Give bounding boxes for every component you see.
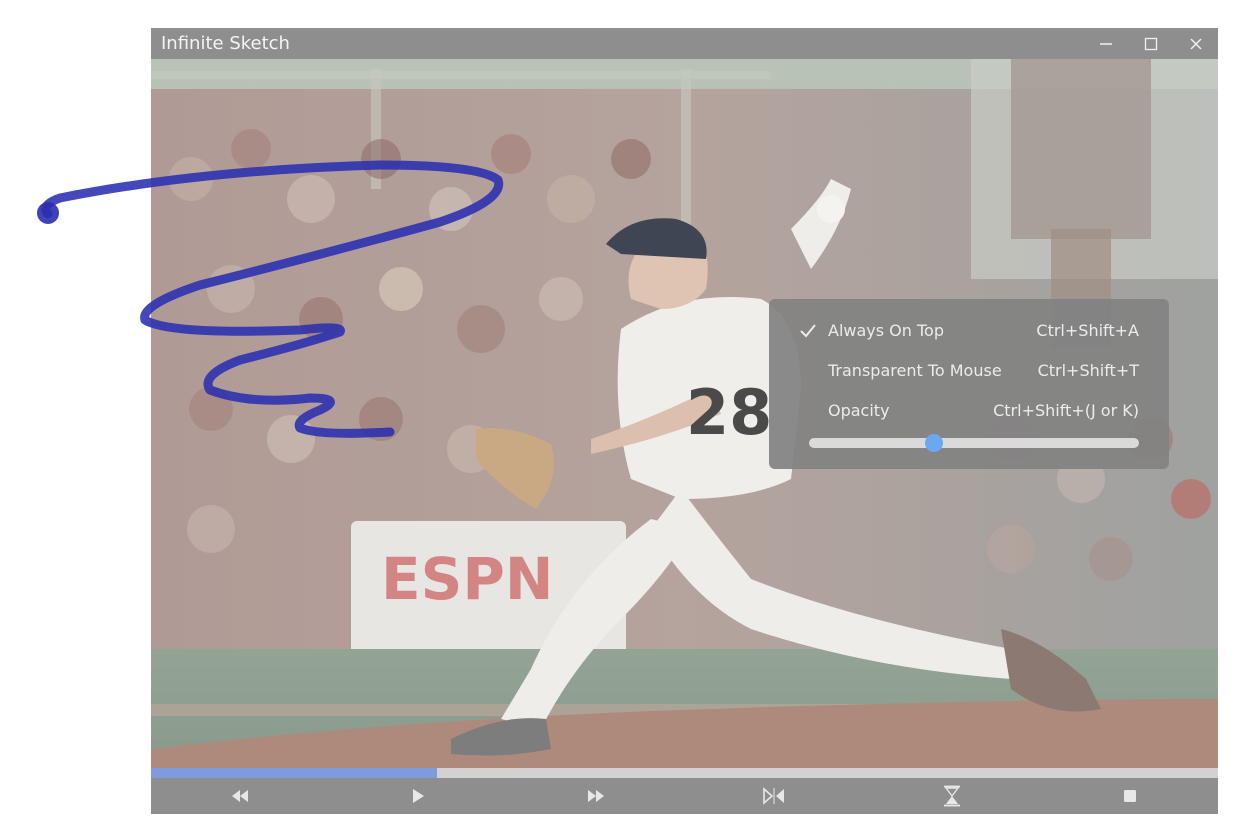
jersey-number: 28 [686, 376, 772, 449]
minimize-icon [1100, 42, 1112, 45]
maximize-icon [1144, 37, 1158, 50]
progress-bar[interactable] [151, 768, 1218, 778]
opacity-slider[interactable] [809, 434, 1139, 452]
menu-item-shortcut: Ctrl+Shift+(J or K) [993, 401, 1139, 420]
title-bar[interactable]: Infinite Sketch [151, 28, 1218, 59]
playback-toolbar [151, 778, 1218, 814]
rewind-icon [232, 790, 248, 802]
flip-button[interactable] [754, 778, 794, 814]
slider-track [809, 438, 1139, 448]
fast-forward-icon [588, 790, 604, 802]
minimize-button[interactable] [1084, 28, 1128, 59]
hourglass-icon [944, 785, 960, 807]
fast-forward-button[interactable] [576, 778, 616, 814]
stop-icon [1124, 790, 1136, 802]
menu-item-label: Always On Top [828, 321, 944, 340]
maximize-button[interactable] [1129, 28, 1173, 59]
rewind-button[interactable] [220, 778, 260, 814]
close-icon [1190, 37, 1202, 50]
play-icon [413, 789, 424, 803]
menu-item-shortcut: Ctrl+Shift+T [1037, 361, 1139, 380]
flip-horizontal-icon [763, 787, 784, 805]
slider-thumb[interactable] [925, 434, 944, 452]
close-button[interactable] [1174, 28, 1218, 59]
context-menu: Always On Top Ctrl+Shift+A Transparent T… [769, 299, 1169, 469]
progress-fill [151, 768, 437, 778]
window-title: Infinite Sketch [161, 33, 290, 54]
menu-item-shortcut: Ctrl+Shift+A [1036, 321, 1139, 340]
play-button[interactable] [398, 778, 438, 814]
desktop: Infinite Sketch ESPN 28 Always On Top Ct… [0, 0, 1241, 828]
menu-item-transparent-to-mouse[interactable]: Transparent To Mouse Ctrl+Shift+T [769, 354, 1169, 388]
menu-item-always-on-top[interactable]: Always On Top Ctrl+Shift+A [769, 314, 1169, 348]
stop-button[interactable] [1110, 778, 1150, 814]
check-icon [799, 323, 817, 343]
menu-item-label: Opacity [828, 401, 890, 420]
hourglass-button[interactable] [932, 778, 972, 814]
menu-item-label: Transparent To Mouse [828, 361, 1002, 380]
menu-item-opacity[interactable]: Opacity Ctrl+Shift+(J or K) [769, 394, 1169, 428]
svg-text:ESPN: ESPN [381, 545, 553, 613]
